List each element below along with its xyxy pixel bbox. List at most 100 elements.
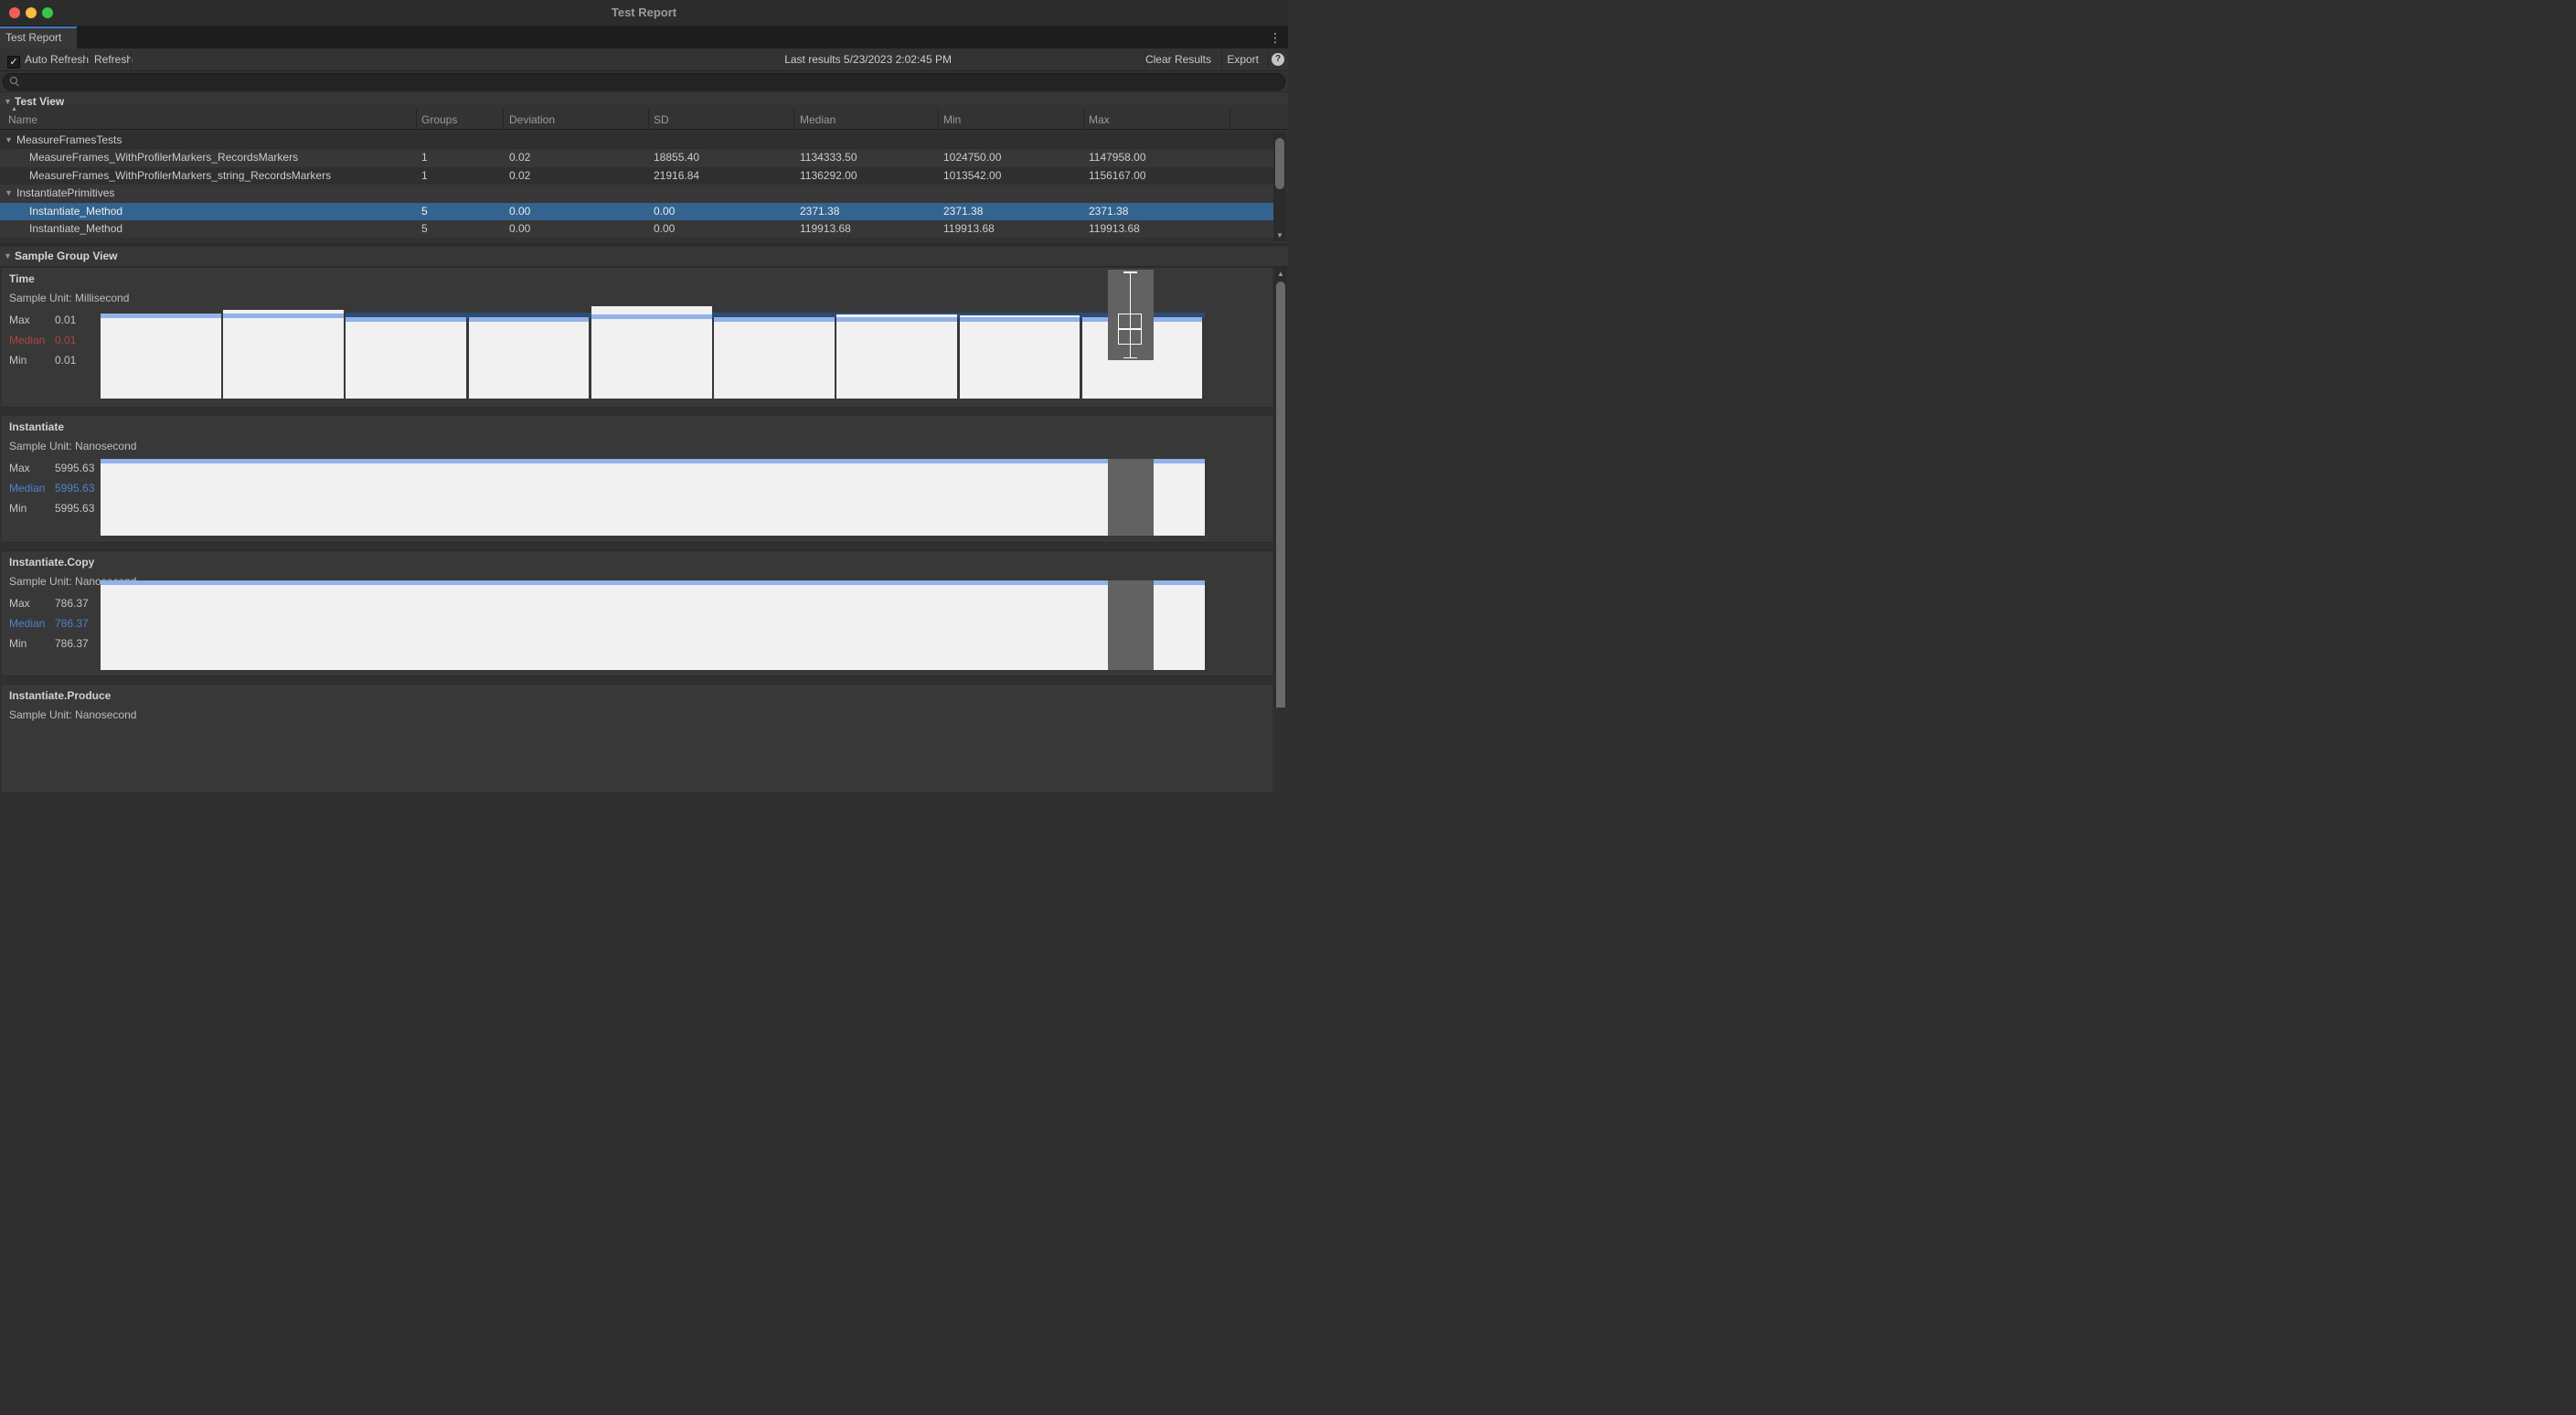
sample-group-name: Instantiate.Produce	[9, 689, 111, 702]
toolbar-separator	[131, 50, 132, 69]
table-scrollbar-thumb[interactable]	[1275, 138, 1284, 189]
cell-median: 119913.68	[800, 220, 851, 238]
column-divider[interactable]	[503, 109, 504, 129]
sample-distribution-chart	[101, 459, 1205, 536]
sample-unit-label: Sample Unit: Nanosecond	[9, 708, 136, 721]
cell-deviation: 0.02	[509, 149, 530, 166]
search-field[interactable]	[3, 73, 1285, 90]
cell-sd: 18855.40	[654, 149, 699, 166]
table-scrollbar[interactable]: ▼	[1273, 132, 1286, 241]
test-group-row[interactable]: ▼InstantiatePrimitives	[0, 185, 1273, 202]
search-icon	[10, 77, 19, 86]
column-header-deviation[interactable]: Deviation	[509, 113, 555, 126]
column-divider[interactable]	[416, 109, 417, 129]
window-title: Test Report	[0, 0, 1288, 26]
stat-value-median: 5995.63	[55, 482, 94, 495]
stat-value-min: 5995.63	[55, 502, 94, 515]
export-label: Export	[1227, 53, 1259, 66]
sample-unit-label: Sample Unit: Nanosecond	[9, 440, 136, 452]
stat-value-max: 786.37	[55, 597, 89, 610]
test-name: InstantiatePrimitives	[16, 185, 114, 202]
test-name: MeasureFramesTests	[16, 132, 122, 149]
cell-median: 1134333.50	[800, 149, 857, 166]
test-result-row[interactable]: Instantiate_Method50.000.00119913.681199…	[0, 220, 1273, 238]
stat-value-min: 786.37	[55, 637, 89, 650]
cell-min: 1013542.00	[943, 167, 1001, 185]
column-divider[interactable]	[938, 109, 939, 129]
foldout-open-icon[interactable]: ▼	[5, 185, 13, 202]
clear-results-button[interactable]: Clear Results	[1138, 48, 1219, 70]
cell-sd: 0.00	[654, 220, 675, 238]
test-result-row[interactable]: Instantiate_Method50.000.002371.382371.3…	[0, 203, 1273, 220]
stat-label-max: Max	[9, 462, 30, 474]
column-divider[interactable]	[793, 109, 794, 129]
column-divider[interactable]	[648, 109, 649, 129]
tab-label: Test Report	[5, 31, 61, 44]
column-divider[interactable]	[1229, 109, 1230, 129]
toolbar: ✓Auto Refresh Refresh Last results 5/23/…	[0, 48, 1288, 71]
column-header-max[interactable]: Max	[1089, 113, 1110, 126]
export-button[interactable]: Export	[1219, 48, 1266, 70]
column-header-median[interactable]: Median	[800, 113, 836, 126]
sample-view-scrollbar[interactable]: ▲	[1274, 267, 1287, 708]
test-report-window: { "window": { "title": "Test Report" }, …	[0, 0, 1288, 708]
sample-group-name: Time	[9, 272, 35, 285]
test-name: Instantiate_Method	[29, 203, 122, 220]
boxplot-whisker-cap	[1123, 357, 1137, 359]
sample-group-card: InstantiateSample Unit: NanosecondMax599…	[2, 415, 1272, 543]
toolbar-separator	[1268, 50, 1269, 69]
cell-median: 2371.38	[800, 203, 839, 220]
sample-bar-max-cap	[591, 306, 712, 314]
test-group-row[interactable]: ▼MeasureFramesTests	[0, 132, 1273, 149]
checkbox-checked-icon[interactable]: ✓	[7, 56, 20, 69]
table-header: ▲ Name Groups Deviation SD Median Min Ma…	[0, 105, 1288, 130]
scroll-up-icon[interactable]: ▲	[1274, 270, 1287, 278]
cell-sd: 21916.84	[654, 167, 699, 185]
sample-group-view-foldout[interactable]: ▼ Sample Group View	[0, 247, 1288, 267]
foldout-open-icon[interactable]: ▼	[5, 132, 13, 149]
sample-group-card: Instantiate.CopySample Unit: NanosecondM…	[2, 550, 1272, 676]
cell-min: 1024750.00	[943, 149, 1001, 166]
stat-label-min: Min	[9, 354, 27, 367]
column-header-min[interactable]: Min	[943, 113, 961, 126]
cell-deviation: 0.02	[509, 167, 530, 185]
cell-max: 2371.38	[1089, 203, 1128, 220]
sample-view-scrollbar-thumb[interactable]	[1276, 282, 1285, 708]
sample-group-name: Instantiate.Copy	[9, 556, 94, 569]
auto-refresh-toggle[interactable]: ✓Auto Refresh	[0, 48, 96, 70]
boxplot-column	[1108, 459, 1154, 536]
test-name: Instantiate_Method	[29, 220, 122, 238]
column-header-groups[interactable]: Groups	[421, 113, 457, 126]
cell-min: 119913.68	[943, 220, 995, 238]
sample-bar	[101, 318, 221, 399]
test-result-row[interactable]: MeasureFrames_WithProfilerMarkers_string…	[0, 167, 1273, 185]
stat-label-median: Median	[9, 482, 45, 495]
tab-test-report[interactable]: Test Report	[0, 27, 77, 48]
sample-unit-label: Sample Unit: Millisecond	[9, 292, 129, 304]
cell-max: 119913.68	[1089, 220, 1140, 238]
column-header-name[interactable]: Name	[8, 113, 37, 126]
column-header-sd[interactable]: SD	[654, 113, 669, 126]
sample-bar	[591, 319, 712, 399]
cell-groups: 1	[421, 167, 428, 185]
stat-label-max: Max	[9, 314, 30, 326]
cell-max: 1147958.00	[1089, 149, 1146, 166]
search-row	[0, 71, 1288, 92]
cell-min: 2371.38	[943, 203, 983, 220]
cell-groups: 1	[421, 149, 428, 166]
column-divider[interactable]	[1083, 109, 1084, 129]
cell-groups: 5	[421, 203, 428, 220]
refresh-button[interactable]: Refresh	[87, 48, 140, 70]
help-icon[interactable]: ?	[1272, 53, 1284, 66]
boxplot-median-line	[1118, 328, 1142, 330]
scroll-down-icon[interactable]: ▼	[1273, 231, 1286, 239]
window-menu-icon[interactable]: ⋮	[1268, 29, 1283, 46]
foldout-open-icon[interactable]: ▼	[4, 247, 12, 266]
sample-bar	[346, 322, 466, 399]
stat-value-median: 786.37	[55, 617, 89, 630]
sample-group-view-title: Sample Group View	[15, 250, 117, 262]
search-input[interactable]	[24, 74, 1277, 90]
sample-group-card: Instantiate.Produce Sample Unit: Nanoseco…	[2, 684, 1272, 793]
sample-bar	[469, 322, 590, 399]
test-result-row[interactable]: MeasureFrames_WithProfilerMarkers_Record…	[0, 149, 1273, 166]
